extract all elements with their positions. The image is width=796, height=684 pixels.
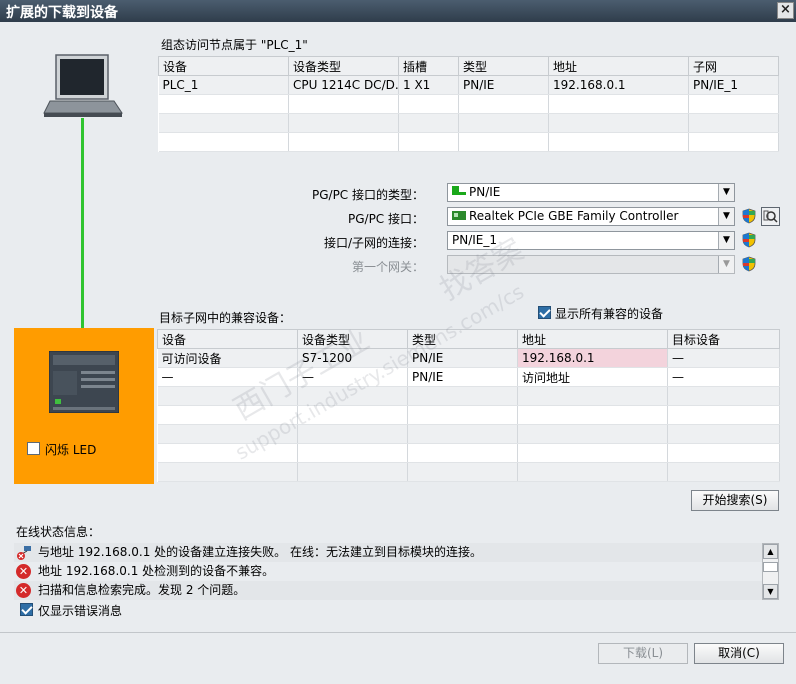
shield-icon[interactable]	[742, 232, 756, 248]
flash-led-label[interactable]: 闪烁 LED	[45, 441, 96, 458]
cell-device: —	[157, 367, 298, 387]
error-icon: ✕	[16, 583, 31, 598]
config-col-device: 设备	[158, 56, 289, 76]
connection-error-icon	[17, 546, 31, 560]
gateway-select: ▼	[447, 255, 735, 274]
errors-only-label[interactable]: 仅显示错误消息	[38, 602, 122, 619]
message-text: 地址 192.168.0.1 处检测到的设备不兼容。	[38, 564, 275, 578]
table-row	[157, 462, 780, 482]
cell-type: PN/IE	[407, 348, 518, 368]
config-table: 设备 设备类型 插槽 类型 地址 子网 PLC_1 CPU 1214C DC/D…	[158, 56, 779, 152]
scrollbar-thumb[interactable]	[763, 562, 778, 572]
plc-device-icon	[49, 351, 119, 413]
target-col-type: 类型	[407, 329, 518, 349]
cell-type: PN/IE	[458, 75, 549, 95]
config-col-slot: 插槽	[398, 56, 459, 76]
status-scrollbar[interactable]: ▲ ▼	[762, 543, 779, 600]
pnie-icon	[452, 186, 466, 195]
cell-device-type: S7-1200	[297, 348, 408, 368]
laptop-icon	[43, 54, 123, 117]
errors-only-checkbox[interactable]	[20, 603, 33, 616]
chevron-up-icon[interactable]: ▲	[763, 544, 778, 559]
cell-address: 192.168.0.1	[548, 75, 689, 95]
cell-slot: 1 X1	[398, 75, 459, 95]
subnet-label: 接口/子网的连接：	[323, 236, 424, 250]
table-row	[157, 405, 780, 425]
cell-type: PN/IE	[407, 367, 518, 387]
iface-type-label: PG/PC 接口的类型：	[311, 188, 424, 202]
config-col-address: 地址	[548, 56, 689, 76]
target-col-target: 目标设备	[667, 329, 780, 349]
flash-led-checkbox[interactable]	[27, 442, 40, 455]
table-row	[158, 132, 779, 152]
iface-select[interactable]: Realtek PCIe GBE Family Controller ▼	[447, 207, 735, 226]
chevron-down-icon: ▼	[718, 256, 734, 273]
cell-device-type: —	[297, 367, 408, 387]
target-col-device: 设备	[157, 329, 298, 349]
start-search-button[interactable]: 开始搜索(S)	[691, 490, 779, 511]
list-item: ✕ 扫描和信息检索完成。发现 2 个问题。	[14, 581, 762, 600]
chevron-down-icon[interactable]: ▼	[718, 232, 734, 249]
window-title: 扩展的下载到设备	[6, 5, 118, 21]
gateway-label: 第一个网关：	[351, 260, 424, 274]
table-row	[157, 386, 780, 406]
message-text: 扫描和信息检索完成。发现 2 个问题。	[38, 583, 246, 597]
error-icon: ✕	[16, 564, 31, 579]
network-card-icon	[452, 211, 466, 220]
show-all-label[interactable]: 显示所有兼容的设备	[555, 305, 663, 322]
divider	[0, 632, 796, 633]
close-button[interactable]: ×	[777, 2, 794, 19]
list-item: 与地址 192.168.0.1 处的设备建立连接失败。 在线：无法建立到目标模块…	[14, 543, 762, 562]
iface-label: PG/PC 接口：	[347, 212, 424, 226]
cell-target: —	[667, 367, 780, 387]
table-row[interactable]: — — PN/IE 访问地址 —	[157, 367, 780, 387]
list-item: ✕ 地址 192.168.0.1 处检测到的设备不兼容。	[14, 562, 762, 581]
show-all-checkbox[interactable]	[538, 306, 551, 319]
table-row[interactable]: 可访问设备 S7-1200 PN/IE 192.168.0.1 —	[157, 348, 780, 368]
target-col-address: 地址	[517, 329, 668, 349]
chevron-down-icon[interactable]: ▼	[718, 184, 734, 201]
iface-value: Realtek PCIe GBE Family Controller	[469, 209, 679, 223]
properties-button[interactable]	[761, 207, 780, 226]
cell-device: PLC_1	[158, 75, 289, 95]
connection-line	[81, 118, 84, 356]
subnet-select[interactable]: PN/IE_1 ▼	[447, 231, 735, 250]
cell-device: 可访问设备	[157, 348, 298, 368]
shield-icon[interactable]	[742, 256, 756, 272]
chevron-down-icon[interactable]: ▼	[763, 584, 778, 599]
config-section-title: 组态访问节点属于 "PLC_1"	[161, 38, 308, 52]
iface-type-value: PN/IE	[469, 185, 501, 199]
config-col-device-type: 设备类型	[288, 56, 399, 76]
cell-subnet: PN/IE_1	[688, 75, 779, 95]
chevron-down-icon[interactable]: ▼	[718, 208, 734, 225]
table-row	[158, 94, 779, 114]
magnifier-icon	[763, 210, 778, 223]
config-col-type: 类型	[458, 56, 549, 76]
table-row	[157, 443, 780, 463]
message-text: 与地址 192.168.0.1 处的设备建立连接失败。 在线：无法建立到目标模块…	[38, 545, 482, 559]
status-title: 在线状态信息：	[16, 525, 101, 539]
cell-address: 访问地址	[517, 367, 668, 387]
window-titlebar: 扩展的下载到设备 ×	[0, 0, 796, 22]
cell-device-type: CPU 1214C DC/D...	[288, 75, 399, 95]
table-row[interactable]: PLC_1 CPU 1214C DC/D... 1 X1 PN/IE 192.1…	[158, 75, 779, 95]
subnet-value: PN/IE_1	[452, 233, 498, 247]
table-row	[158, 113, 779, 133]
target-section-title: 目标子网中的兼容设备：	[159, 311, 292, 325]
download-button[interactable]: 下载(L)	[598, 643, 688, 664]
iface-type-select[interactable]: PN/IE ▼	[447, 183, 735, 202]
config-col-subnet: 子网	[688, 56, 779, 76]
table-row	[157, 424, 780, 444]
cancel-button[interactable]: 取消(C)	[694, 643, 784, 664]
compatible-devices-table: 设备 设备类型 类型 地址 目标设备 可访问设备 S7-1200 PN/IE 1…	[157, 329, 780, 482]
cell-address: 192.168.0.1	[517, 348, 668, 368]
shield-icon[interactable]	[742, 208, 756, 224]
cell-target: —	[667, 348, 780, 368]
target-col-device-type: 设备类型	[297, 329, 408, 349]
